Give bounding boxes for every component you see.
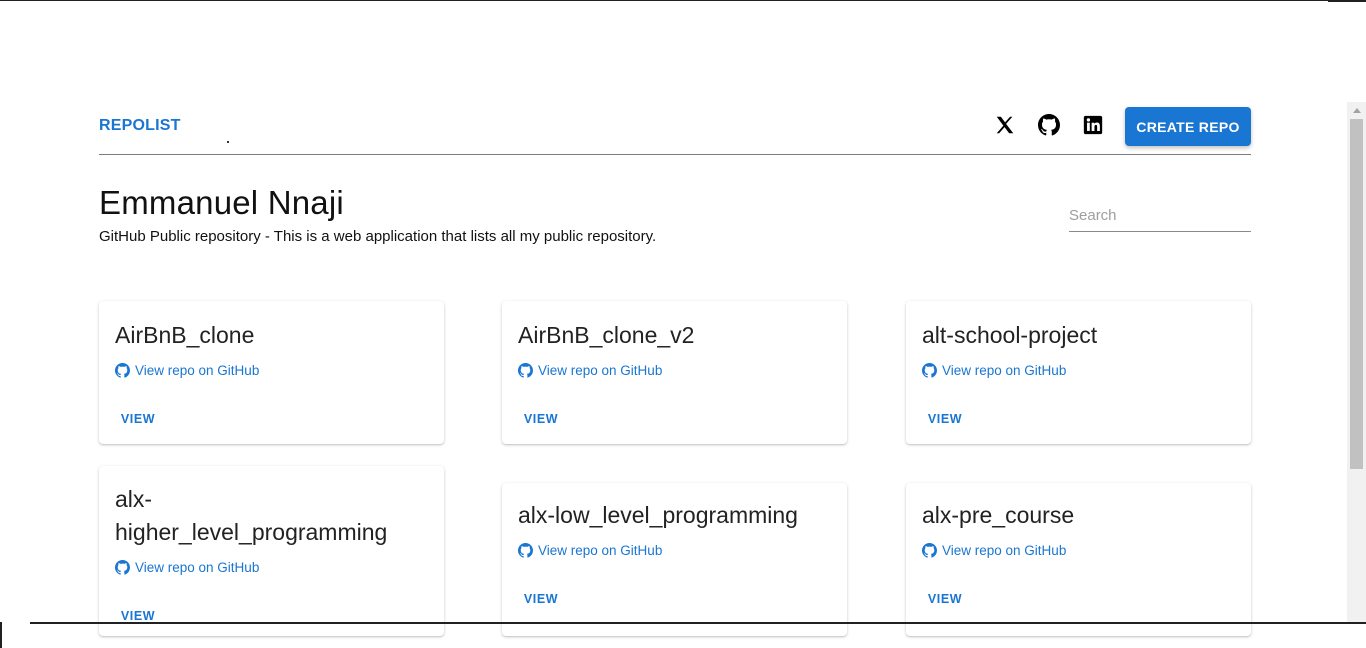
- top-border: [0, 0, 1366, 1]
- scroll-up-arrow-icon[interactable]: [1347, 102, 1366, 119]
- view-on-github-link[interactable]: View repo on GitHub: [115, 363, 259, 378]
- view-button[interactable]: VIEW: [518, 585, 564, 613]
- github-icon: [115, 560, 130, 575]
- view-button[interactable]: VIEW: [115, 405, 161, 433]
- view-on-github-link[interactable]: View repo on GitHub: [518, 363, 662, 378]
- github-icon[interactable]: [1037, 113, 1061, 137]
- scrollbar[interactable]: [1347, 102, 1366, 623]
- github-icon: [518, 363, 533, 378]
- navbar: REPOLIST CREATE REPO: [99, 107, 1251, 155]
- repo-link-label: View repo on GitHub: [942, 363, 1067, 378]
- repo-title: alx-higher_level_programming: [115, 486, 388, 545]
- repo-link-label: View repo on GitHub: [942, 543, 1067, 558]
- view-button[interactable]: VIEW: [518, 405, 564, 433]
- repo-card: alx-higher_level_programming View repo o…: [99, 466, 444, 636]
- search-field: [1069, 200, 1251, 232]
- view-button[interactable]: VIEW: [115, 602, 161, 630]
- linkedin-icon[interactable]: [1081, 113, 1105, 137]
- repo-link-label: View repo on GitHub: [135, 363, 260, 378]
- repo-card: alt-school-project View repo on GitHub V…: [906, 301, 1251, 444]
- repo-title: alt-school-project: [922, 322, 1098, 348]
- github-icon: [518, 543, 533, 558]
- github-icon: [922, 363, 937, 378]
- repo-link-label: View repo on GitHub: [135, 560, 260, 575]
- view-on-github-link[interactable]: View repo on GitHub: [115, 560, 259, 575]
- view-button[interactable]: VIEW: [922, 585, 968, 613]
- brand-dot: [227, 141, 229, 143]
- view-on-github-link[interactable]: View repo on GitHub: [518, 543, 662, 558]
- x-icon[interactable]: [993, 113, 1017, 137]
- search-input[interactable]: [1069, 200, 1251, 230]
- bottom-border: [30, 622, 1366, 624]
- github-icon: [115, 363, 130, 378]
- page-title: Emmanuel Nnaji: [99, 184, 344, 221]
- repo-card: alx-low_level_programming View repo on G…: [502, 483, 847, 636]
- view-on-github-link[interactable]: View repo on GitHub: [922, 363, 1066, 378]
- scrollbar-thumb[interactable]: [1350, 119, 1363, 469]
- create-repo-button[interactable]: CREATE REPO: [1125, 107, 1251, 146]
- repo-card: AirBnB_clone_v2 View repo on GitHub VIEW: [502, 301, 847, 444]
- repo-title: AirBnB_clone: [115, 322, 255, 348]
- repo-link-label: View repo on GitHub: [538, 363, 663, 378]
- repo-title: alx-pre_course: [922, 502, 1075, 528]
- page-subtitle: GitHub Public repository - This is a web…: [99, 228, 657, 245]
- repo-card: AirBnB_clone View repo on GitHub VIEW: [99, 301, 444, 444]
- view-on-github-link[interactable]: View repo on GitHub: [922, 543, 1066, 558]
- top-border-right: [1328, 0, 1366, 2]
- repo-title: alx-low_level_programming: [518, 502, 798, 528]
- view-button[interactable]: VIEW: [922, 405, 968, 433]
- brand-link[interactable]: REPOLIST: [99, 117, 181, 135]
- repo-card: alx-pre_course View repo on GitHub VIEW: [906, 483, 1251, 636]
- left-edge-mark: [0, 622, 2, 648]
- repo-link-label: View repo on GitHub: [538, 543, 663, 558]
- github-icon: [922, 543, 937, 558]
- repo-title: AirBnB_clone_v2: [518, 322, 695, 348]
